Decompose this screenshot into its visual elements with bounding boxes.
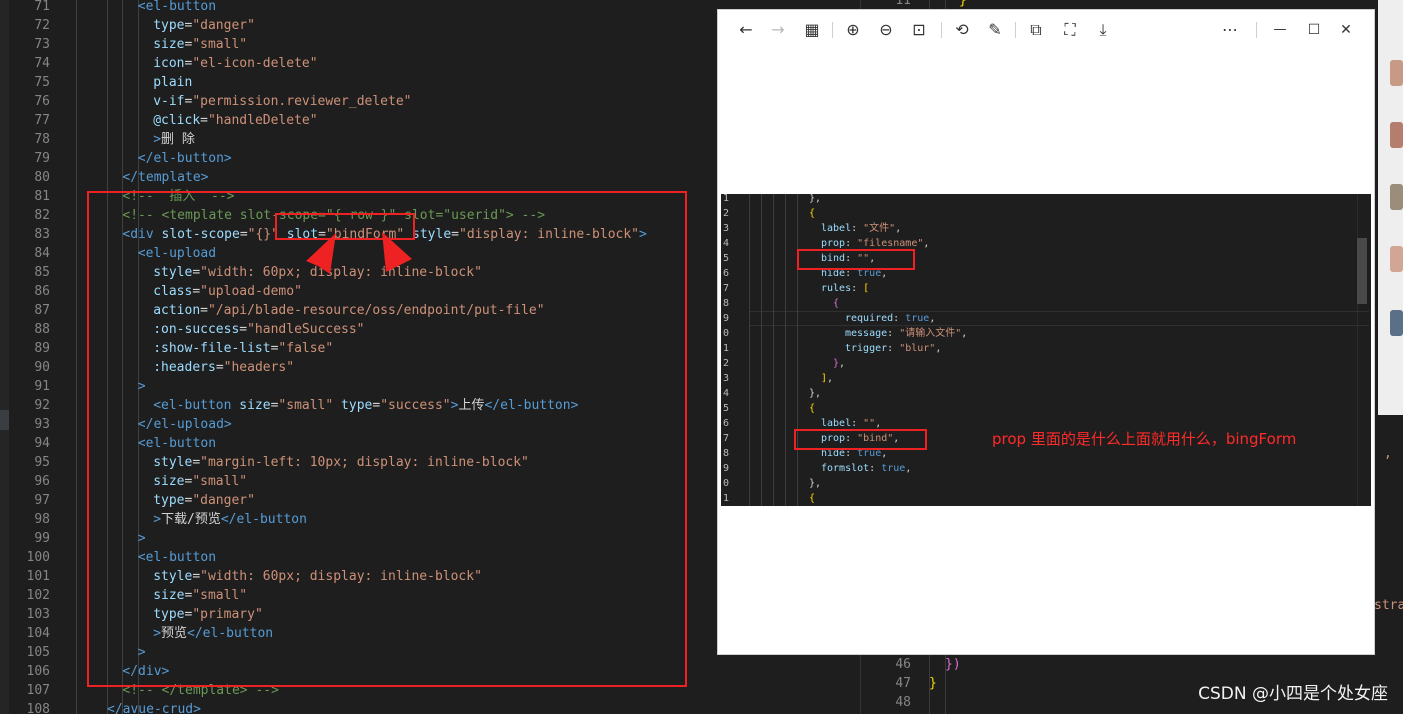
annotation-arrow xyxy=(382,232,464,380)
csdn-watermark: CSDN @小四是个处女座 xyxy=(1198,684,1388,704)
annotation-arrow xyxy=(256,233,336,372)
arrow-overlay xyxy=(256,232,464,380)
